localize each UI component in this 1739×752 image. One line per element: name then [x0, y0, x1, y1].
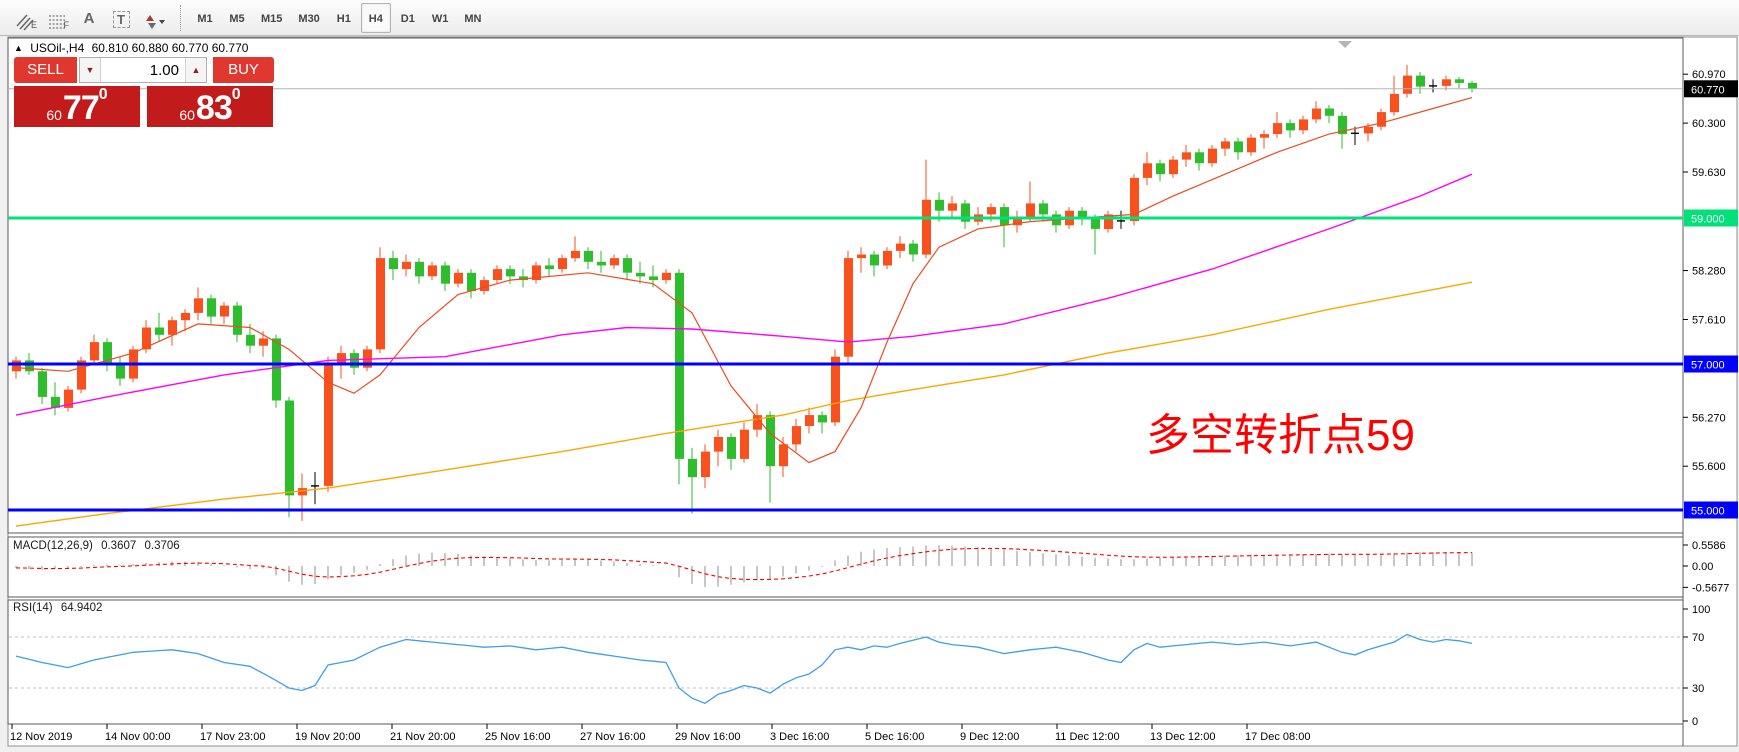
price-tick-label: 57.610 — [1692, 314, 1726, 326]
price-tick-label: 60.300 — [1692, 118, 1726, 130]
rsi-indicator-label: RSI(14) 64.9402 — [13, 602, 107, 614]
bull-candle — [376, 247, 385, 353]
time-axis-label: 5 Dec 16:00 — [865, 731, 924, 743]
buy-price-prefix: 60 — [179, 106, 195, 124]
macd-name: MACD(12,26,9) — [13, 540, 93, 552]
macd-indicator-label: MACD(12,26,9) 0.3607 0.3706 — [13, 540, 185, 552]
sell-price-pip: 0 — [99, 88, 108, 102]
timeframe-m5-button[interactable]: M5 — [222, 3, 252, 33]
rsi-pane — [8, 600, 1683, 724]
volume-increase-button[interactable]: ▲ — [185, 58, 206, 82]
sell-price-panel[interactable]: 60 77 0 — [14, 86, 140, 127]
price-tick-label: 55.600 — [1692, 461, 1726, 473]
volume-decrease-button[interactable]: ▼ — [80, 58, 101, 82]
text-tool-icon[interactable]: T — [106, 4, 136, 32]
buy-price-panel[interactable]: 60 83 0 — [147, 86, 273, 127]
time-axis-label: 27 Nov 16:00 — [580, 731, 645, 743]
buy-price-main: 83 — [196, 92, 232, 124]
macd-tick-label: 0.00 — [1692, 561, 1713, 573]
bull-candle — [844, 251, 853, 364]
draw-lines-tool-icon[interactable]: E — [10, 4, 40, 32]
timeframe-group: M1M5M15M30H1H4D1W1MN — [189, 0, 489, 36]
time-axis-label: 13 Dec 12:00 — [1150, 731, 1215, 743]
rsi-name: RSI(14) — [13, 602, 53, 614]
level-price-badge-text: 57.000 — [1691, 360, 1725, 372]
rsi-tick-label: 30 — [1692, 683, 1704, 695]
sell-price-main: 77 — [63, 92, 99, 124]
timeframe-h4-button[interactable]: H4 — [361, 3, 391, 33]
time-axis-label: 12 Nov 2019 — [10, 731, 72, 743]
time-axis-label: 17 Nov 23:00 — [200, 731, 265, 743]
macd-main-value: 0.3607 — [101, 540, 136, 552]
macd-signal-value: 0.3706 — [144, 540, 179, 552]
time-axis-label: 11 Dec 12:00 — [1055, 731, 1120, 743]
price-tick-label: 60.970 — [1692, 69, 1726, 81]
bull-candle — [324, 357, 333, 492]
time-axis-label: 21 Nov 20:00 — [390, 731, 455, 743]
price-tick-label: 59.630 — [1692, 167, 1726, 179]
timeframe-m30-button[interactable]: M30 — [291, 3, 326, 33]
timeframe-m15-button[interactable]: M15 — [254, 3, 289, 33]
macd-tick-label: 0.5586 — [1692, 540, 1726, 552]
bear-candle — [272, 335, 281, 408]
rsi-tick-label: 0 — [1692, 716, 1698, 728]
fibonacci-tool-icon[interactable]: F — [42, 4, 72, 32]
sell-price-prefix: 60 — [46, 106, 62, 124]
trading-app-window: 60.970 60.300 59.630 58.280 57.610 56.270 55.6… — [0, 0, 1739, 752]
arrows-tool-icon[interactable] — [138, 4, 168, 32]
price-tick-label: 56.270 — [1692, 412, 1726, 424]
buy-price-pip: 0 — [232, 88, 241, 102]
text-label-tool-icon[interactable]: A — [74, 4, 104, 32]
toolbar: EFAT M1M5M15M30H1H4D1W1MN — [0, 0, 1739, 36]
timeframe-m1-button[interactable]: M1 — [190, 3, 220, 33]
time-axis-label: 17 Dec 08:00 — [1245, 731, 1310, 743]
time-axis-label: 9 Dec 12:00 — [960, 731, 1019, 743]
bull-candle — [64, 386, 73, 412]
volume-stepper: ▼ ▲ — [79, 57, 207, 83]
time-axis-label: 25 Nov 16:00 — [485, 731, 550, 743]
chart-header: ▲ USOil-,H4 60.810 60.880 60.770 60.770 — [14, 41, 252, 55]
symbol-period-label: USOil-,H4 — [30, 41, 84, 55]
level-price-badge-text: 59.000 — [1691, 214, 1725, 226]
ohlc-values: 60.810 60.880 60.770 60.770 — [92, 41, 249, 55]
symbol-triangle-icon: ▲ — [14, 43, 23, 53]
bull-candle — [77, 357, 86, 394]
timeframe-w1-button[interactable]: W1 — [425, 3, 456, 33]
buy-button[interactable]: BUY — [213, 57, 274, 83]
sell-button[interactable]: SELL — [14, 57, 77, 83]
toolbar-separator — [180, 5, 181, 31]
time-axis-label: 14 Nov 00:00 — [105, 731, 170, 743]
macd-tick-label: -0.5677 — [1692, 582, 1729, 594]
level-price-badge-text: 55.000 — [1691, 506, 1725, 518]
time-axis-label: 29 Nov 16:00 — [675, 731, 740, 743]
timeframe-d1-button[interactable]: D1 — [393, 3, 423, 33]
timeframe-h1-button[interactable]: H1 — [329, 3, 359, 33]
time-axis-label: 3 Dec 16:00 — [770, 731, 829, 743]
rsi-tick-label: 100 — [1692, 604, 1710, 616]
volume-input[interactable] — [101, 58, 185, 82]
drawing-tools-group: EFAT — [0, 4, 170, 32]
price-tick-label: 58.280 — [1692, 266, 1726, 278]
macd-pane — [8, 537, 1683, 597]
chart-annotation-text: 多空转折点59 — [1146, 399, 1415, 463]
bull-candle — [831, 349, 840, 426]
rsi-tick-label: 70 — [1692, 632, 1704, 644]
current-price-badge-text: 60.770 — [1691, 84, 1725, 96]
timeframe-mn-button[interactable]: MN — [457, 3, 488, 33]
one-click-trading-panel: SELL ▼ ▲ BUY 60 77 0 60 83 0 — [14, 57, 276, 127]
rsi-value: 64.9402 — [61, 602, 103, 614]
time-axis-label: 19 Nov 20:00 — [295, 731, 360, 743]
